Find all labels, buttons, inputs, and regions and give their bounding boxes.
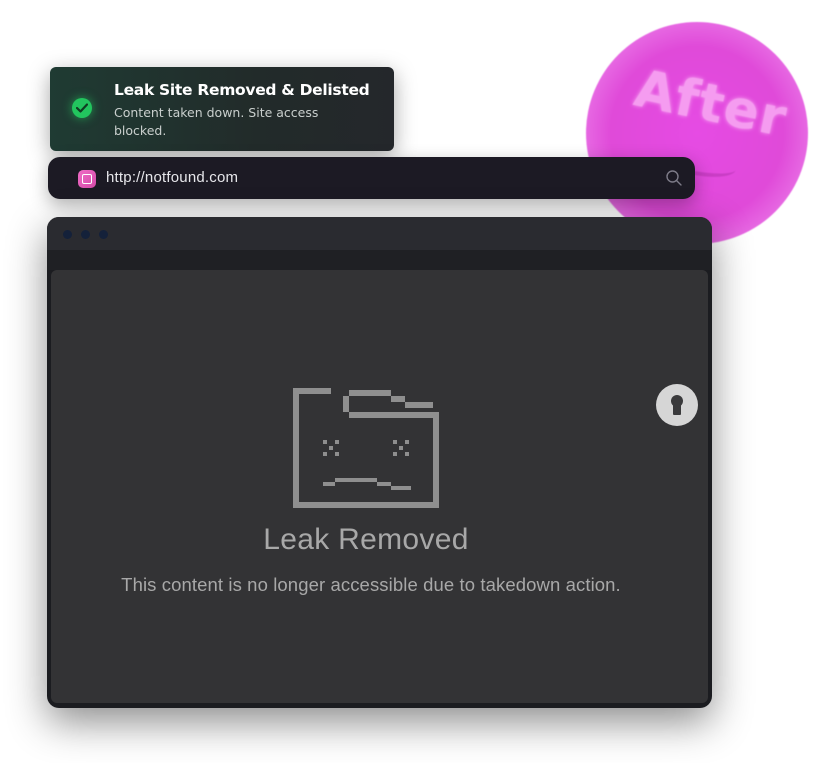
error-title: Leak Removed <box>263 523 469 556</box>
search-icon[interactable] <box>665 169 683 192</box>
after-label: After <box>629 58 793 150</box>
site-favicon-icon <box>78 170 96 188</box>
after-badge: After <box>586 22 808 244</box>
toast-description: Content taken down. Site access blocked. <box>114 105 319 138</box>
success-toast: Leak Site Removed & Delisted Content tak… <box>50 67 394 151</box>
check-circle-icon <box>72 98 92 118</box>
window-dot[interactable] <box>63 230 72 239</box>
window-toolbar <box>47 250 712 270</box>
browser-window: Leak Removed This content is no longer a… <box>47 217 712 708</box>
window-titlebar <box>47 217 712 250</box>
page-content: Leak Removed This content is no longer a… <box>51 270 708 703</box>
url-bar[interactable]: http://notfound.com <box>48 157 695 199</box>
window-dot[interactable] <box>99 230 108 239</box>
window-dot[interactable] <box>81 230 90 239</box>
canvas: After Leak Site Removed & Delisted Conte… <box>0 0 817 763</box>
url-text[interactable]: http://notfound.com <box>106 169 238 186</box>
keyhole-icon[interactable] <box>656 384 698 426</box>
toast-title: Leak Site Removed & Delisted <box>114 81 370 99</box>
error-description: This content is no longer accessible due… <box>121 574 621 595</box>
sad-folder-icon <box>293 388 443 519</box>
